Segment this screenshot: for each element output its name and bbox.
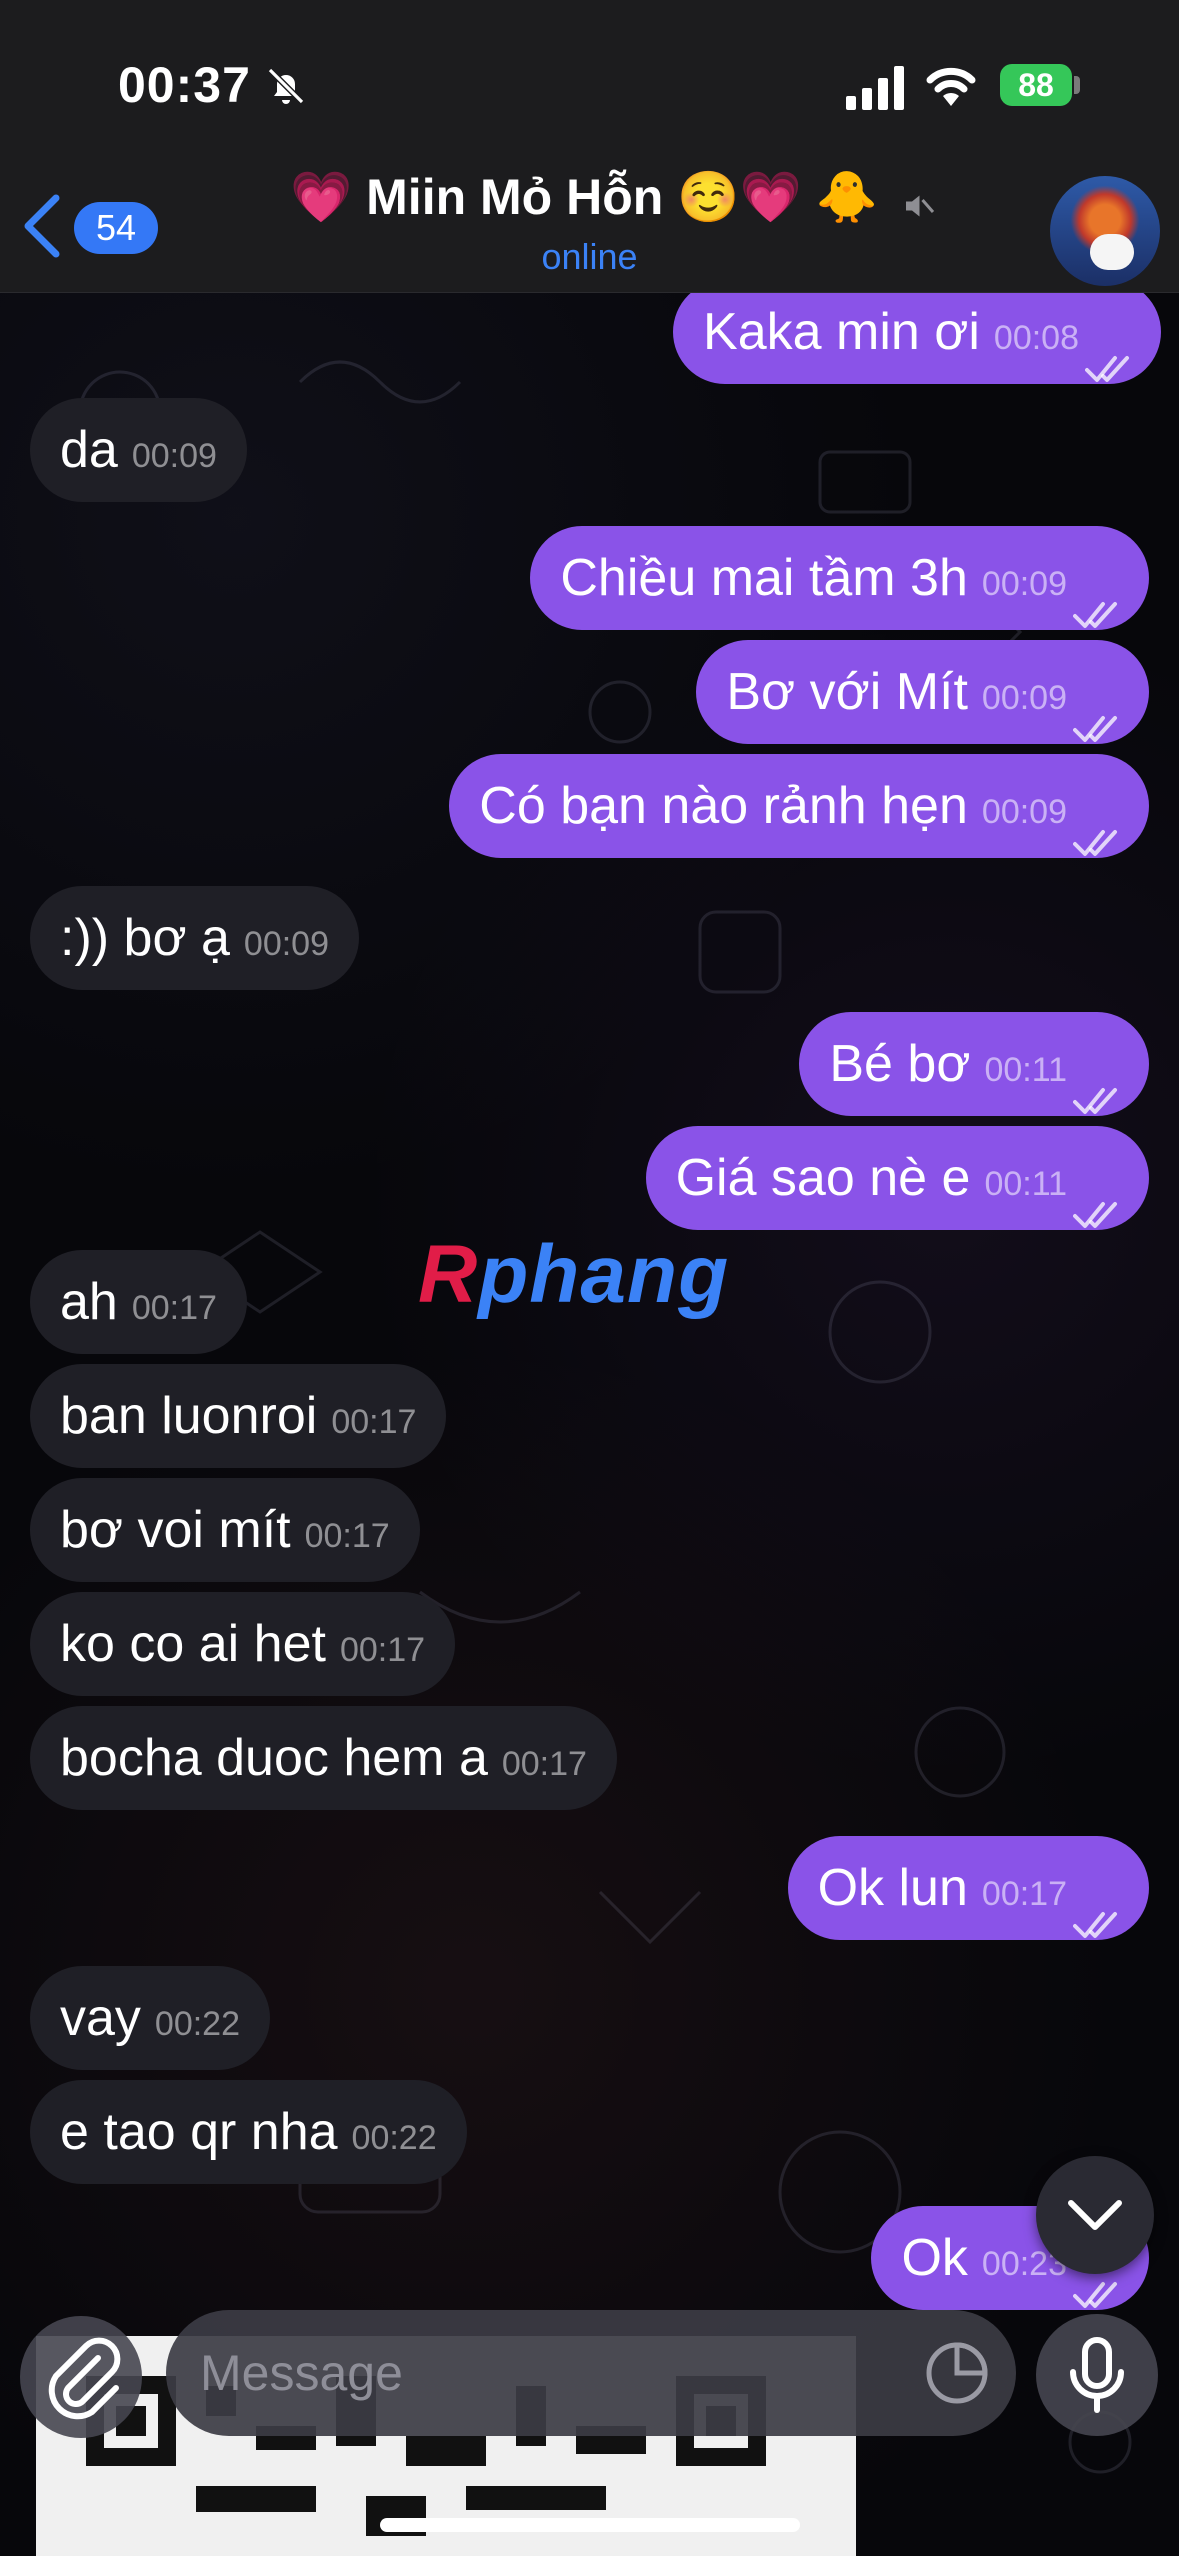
message-time: 00:17 <box>981 1875 1067 1913</box>
message-text: Chiều mai tầm 3h <box>560 549 968 607</box>
message-text: :)) bơ ạ <box>60 909 230 967</box>
read-checkmarks-icon <box>1073 675 1119 743</box>
outgoing-message[interactable]: Có bạn nào rảnh hẹn 00:09 <box>449 754 1149 858</box>
message-time: 00:22 <box>154 2005 241 2043</box>
outgoing-message[interactable]: Chiều mai tầm 3h 00:09 <box>530 526 1149 630</box>
message-time: 00:17 <box>339 1631 426 1669</box>
message-time: 00:08 <box>993 319 1079 357</box>
chat-title[interactable]: 💗 Miin Mỏ Hỗn ☺️💗 🐥 <box>290 168 930 227</box>
message-time: 00:09 <box>981 679 1067 717</box>
message-text: Bơ với Mít <box>726 663 968 721</box>
battery-tip <box>1074 76 1080 94</box>
outgoing-message[interactable]: Ok lun 00:17 <box>787 1836 1149 1940</box>
avatar-figure <box>1090 234 1134 270</box>
incoming-message[interactable]: vay 00:22 <box>30 1966 271 2070</box>
read-checkmarks-icon <box>1085 315 1131 383</box>
contact-avatar[interactable] <box>1050 176 1160 286</box>
message-text: Bé bơ <box>829 1035 971 1093</box>
home-indicator <box>380 2518 800 2532</box>
outgoing-message[interactable]: Kaka min ơi 00:08 <box>673 280 1161 384</box>
incoming-message[interactable]: ah 00:17 <box>30 1250 247 1354</box>
chat-header: 54 💗 Miin Mỏ Hỗn ☺️💗 🐥 online <box>0 160 1179 293</box>
status-time: 00:37 <box>118 57 251 113</box>
incoming-message[interactable]: :)) bơ ạ 00:09 <box>30 886 360 990</box>
read-checkmarks-icon <box>1073 1047 1119 1115</box>
wifi-icon <box>926 67 976 106</box>
message-time: 00:22 <box>351 2119 437 2157</box>
read-checkmarks-icon <box>1073 789 1119 857</box>
watermark-logo: Rphang <box>418 1228 729 1322</box>
incoming-message[interactable]: e tao qr nha 00:22 <box>30 2080 467 2184</box>
message-text: ah <box>60 1273 118 1331</box>
message-time: 00:11 <box>984 1051 1067 1089</box>
outgoing-message[interactable]: Bé bơ 00:11 <box>799 1012 1149 1116</box>
read-checkmarks-icon <box>1073 561 1119 629</box>
message-time: 00:17 <box>331 1403 417 1441</box>
attach-button[interactable] <box>20 2316 142 2438</box>
watermark-r: R <box>418 1229 479 1320</box>
scroll-to-bottom-button[interactable] <box>1036 2156 1154 2274</box>
microphone-icon <box>1070 2337 1124 2413</box>
sticker-icon[interactable] <box>922 2338 992 2408</box>
message-text: e tao qr nha <box>60 2103 338 2161</box>
incoming-message[interactable]: ko co ai het 00:17 <box>30 1592 456 1696</box>
message-time: 00:09 <box>243 925 330 963</box>
chat-status: online <box>541 236 638 277</box>
watermark-text: phang <box>478 1229 730 1320</box>
incoming-message[interactable]: bocha duoc hem a 00:17 <box>30 1706 617 1810</box>
status-bar: 00:37 88 <box>0 0 1179 160</box>
incoming-message[interactable]: da 00:09 <box>30 398 247 502</box>
incoming-message[interactable]: bơ voi mít 00:17 <box>30 1478 420 1582</box>
read-checkmarks-icon <box>1073 1871 1119 1939</box>
message-text: da <box>60 421 118 479</box>
message-time: 00:17 <box>131 1289 217 1327</box>
message-text: ban luonroi <box>60 1387 318 1445</box>
voice-record-button[interactable] <box>1036 2314 1158 2436</box>
mute-icon <box>906 195 935 217</box>
message-text: vay <box>60 1989 141 2047</box>
message-text: Ok <box>901 2229 968 2287</box>
message-time: 00:09 <box>981 793 1067 831</box>
message-text: Có bạn nào rảnh hẹn <box>479 777 968 835</box>
message-input[interactable]: Message <box>166 2310 1016 2436</box>
message-text: bocha duoc hem a <box>60 1729 488 1787</box>
read-checkmarks-icon <box>1073 1161 1119 1229</box>
message-text: ko co ai het <box>60 1615 326 1673</box>
message-text: Giá sao nè e <box>675 1149 971 1207</box>
outgoing-message[interactable]: Bơ với Mít 00:09 <box>696 640 1149 744</box>
cellular-signal-icon <box>846 66 904 110</box>
incoming-message[interactable]: ban luonroi 00:17 <box>30 1364 447 1468</box>
message-time: 00:17 <box>501 1745 587 1783</box>
outgoing-message[interactable]: Giá sao nè e 00:11 <box>645 1126 1149 1230</box>
battery-indicator: 88 <box>1000 64 1072 106</box>
message-text: Ok lun <box>817 1859 968 1917</box>
battery-level: 88 <box>1018 67 1054 103</box>
message-time: 00:17 <box>304 1517 390 1555</box>
chevron-down-icon <box>1068 2200 1122 2230</box>
message-time: 00:09 <box>131 437 217 475</box>
message-time: 00:11 <box>984 1165 1067 1203</box>
bell-muted-icon <box>267 67 305 105</box>
paperclip-icon <box>48 2337 121 2420</box>
message-text: bơ voi mít <box>60 1501 291 1559</box>
message-text: Kaka min ơi <box>703 303 980 361</box>
message-time: 00:09 <box>981 565 1067 603</box>
